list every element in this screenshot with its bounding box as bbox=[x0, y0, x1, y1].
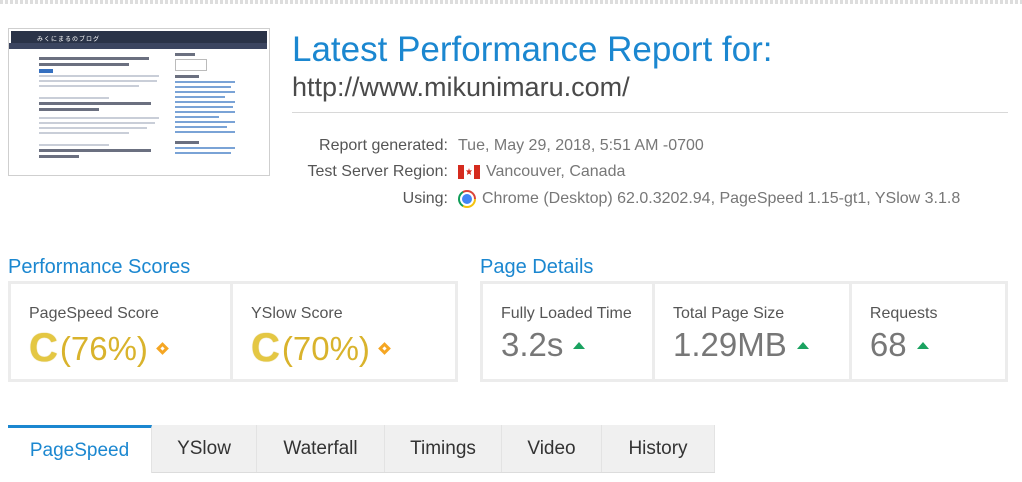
yslow-percent: (70%) bbox=[281, 329, 370, 367]
arrow-up-icon bbox=[573, 341, 586, 349]
report-generated-label: Report generated: bbox=[319, 137, 448, 154]
using-value: Chrome (Desktop) 62.0.3202.94, PageSpeed… bbox=[458, 190, 960, 208]
yslow-score-value: C (70%) bbox=[251, 326, 391, 371]
canada-flag-icon bbox=[458, 165, 480, 179]
using-label: Using: bbox=[402, 190, 448, 207]
total-page-size-card: Total Page Size 1.29MB bbox=[655, 284, 849, 379]
tab-waterfall[interactable]: Waterfall bbox=[257, 425, 385, 473]
yslow-score-card: YSlow Score C (70%) bbox=[233, 284, 455, 379]
report-url: http://www.mikunimaru.com/ bbox=[292, 72, 630, 102]
total-page-size-label: Total Page Size bbox=[673, 305, 785, 322]
tab-video[interactable]: Video bbox=[502, 425, 602, 473]
fully-loaded-time-label: Fully Loaded Time bbox=[501, 305, 632, 322]
report-tabs: PageSpeed YSlow Waterfall Timings Video … bbox=[8, 425, 715, 473]
yslow-grade: C bbox=[251, 326, 280, 370]
thumbnail-sidebar bbox=[175, 53, 239, 173]
tabs-bottom-border bbox=[152, 472, 715, 473]
requests-label: Requests bbox=[869, 305, 938, 322]
tab-pagespeed[interactable]: PageSpeed bbox=[8, 425, 152, 473]
test-server-region-row: Test Server Region: Vancouver, Canada bbox=[270, 163, 1010, 185]
page-details-title: Page Details bbox=[480, 256, 594, 278]
yslow-score-label: YSlow Score bbox=[251, 305, 343, 322]
thumbnail-main-content bbox=[39, 57, 167, 173]
arrow-up-icon bbox=[916, 341, 929, 349]
requests-value: 68 bbox=[870, 326, 929, 364]
report-title: Latest Performance Report for: bbox=[292, 30, 773, 69]
pagespeed-change-icon bbox=[156, 342, 169, 355]
pagespeed-score-card: PageSpeed Score C (76%) bbox=[11, 284, 230, 379]
requests-card: Requests 68 bbox=[851, 284, 1005, 379]
chrome-icon bbox=[458, 190, 476, 208]
performance-scores-title: Performance Scores bbox=[8, 256, 191, 278]
test-server-region-value: Vancouver, Canada bbox=[458, 163, 625, 181]
performance-scores-panel: PageSpeed Score C (76%) YSlow Score C (7… bbox=[8, 281, 458, 382]
arrow-up-icon bbox=[796, 341, 809, 349]
using-row: Using: Chrome (Desktop) 62.0.3202.94, Pa… bbox=[270, 190, 1010, 212]
tab-history[interactable]: History bbox=[602, 425, 715, 473]
pagespeed-percent: (76%) bbox=[59, 329, 148, 367]
report-generated-row: Report generated: Tue, May 29, 2018, 5:5… bbox=[270, 137, 1010, 159]
fully-loaded-time-value: 3.2s bbox=[501, 326, 586, 364]
tab-timings[interactable]: Timings bbox=[385, 425, 502, 473]
pagespeed-score-value: C (76%) bbox=[29, 326, 169, 371]
report-generated-value: Tue, May 29, 2018, 5:51 AM -0700 bbox=[458, 137, 704, 154]
thumbnail-nav-bar bbox=[9, 43, 267, 49]
thumbnail-site-title: みくにまるのブログ bbox=[37, 37, 101, 43]
header-divider bbox=[292, 112, 1008, 113]
yslow-change-icon bbox=[378, 342, 391, 355]
top-dotted-border bbox=[0, 0, 1022, 4]
pagespeed-score-label: PageSpeed Score bbox=[29, 305, 159, 322]
thumbnail-site-header: みくにまるのブログ bbox=[11, 31, 267, 43]
tab-yslow[interactable]: YSlow bbox=[152, 425, 257, 473]
page-details-panel: Fully Loaded Time 3.2s Total Page Size 1… bbox=[480, 281, 1008, 382]
total-page-size-value: 1.29MB bbox=[673, 326, 809, 364]
pagespeed-grade: C bbox=[29, 326, 58, 370]
fully-loaded-time-card: Fully Loaded Time 3.2s bbox=[483, 284, 653, 379]
page-screenshot-thumbnail[interactable]: みくにまるのブログ bbox=[8, 28, 270, 176]
test-server-region-label: Test Server Region: bbox=[307, 163, 448, 180]
